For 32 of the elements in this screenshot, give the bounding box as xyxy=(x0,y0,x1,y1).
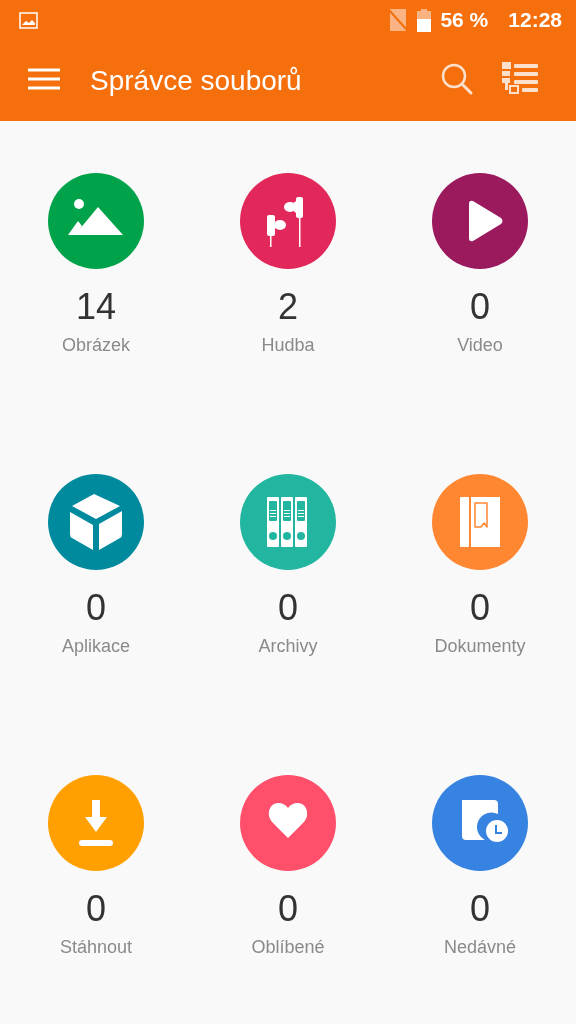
no-sim-icon xyxy=(388,9,409,31)
category-label: Stáhnout xyxy=(59,937,133,958)
item-count: 0 xyxy=(86,889,106,929)
image-icon[interactable] xyxy=(48,173,144,269)
category-label: Dokumenty xyxy=(434,636,526,657)
binders-icon[interactable] xyxy=(240,474,336,570)
item-count: 0 xyxy=(86,588,106,628)
category-label: Obrázek xyxy=(62,335,130,356)
category-label: Archivy xyxy=(258,636,318,657)
category-label: Oblíbené xyxy=(251,937,325,958)
download-icon[interactable] xyxy=(48,775,144,871)
category-label: Hudba xyxy=(261,335,315,356)
battery-icon xyxy=(416,8,433,32)
app-title: Správce souborů xyxy=(90,64,303,97)
earphones-icon[interactable] xyxy=(240,173,336,269)
category-label: Nedávné xyxy=(443,937,517,958)
item-count: 0 xyxy=(278,889,298,929)
item-count: 2 xyxy=(278,287,298,327)
clock-calendar-icon[interactable] xyxy=(432,775,528,871)
item-count: 0 xyxy=(470,287,490,327)
category-label: Aplikace xyxy=(61,636,130,657)
battery-percent: 56 % xyxy=(440,8,489,32)
image-notification-icon xyxy=(19,11,38,29)
category-label: Video xyxy=(457,335,503,356)
clock-time: 12:28 xyxy=(508,8,562,32)
item-count: 14 xyxy=(75,287,116,327)
item-count: 0 xyxy=(278,588,298,628)
notebook-icon[interactable] xyxy=(432,474,528,570)
play-icon[interactable] xyxy=(432,173,528,269)
cube-icon[interactable] xyxy=(48,474,144,570)
item-count: 0 xyxy=(470,889,490,929)
item-count: 0 xyxy=(470,588,490,628)
